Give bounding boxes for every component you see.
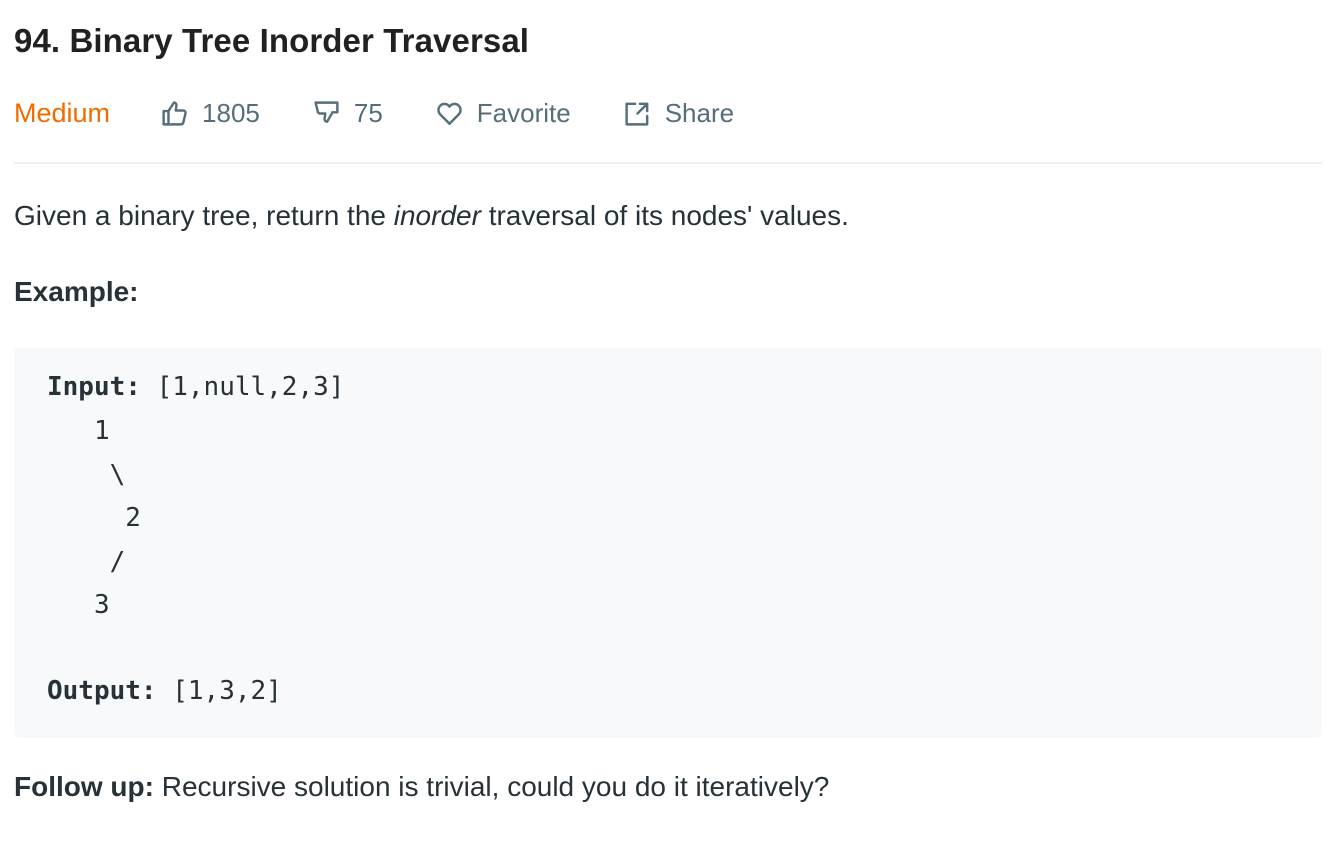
input-value: [1,null,2,3] xyxy=(140,372,345,402)
difficulty-label: Medium xyxy=(14,97,111,128)
description-text-start: Given a binary tree, return the xyxy=(14,200,394,231)
description-text-end: traversal of its nodes' values. xyxy=(480,200,849,231)
tree-line: \ xyxy=(47,460,126,490)
follow-up-text: Recursive solution is trivial, could you… xyxy=(153,771,830,802)
example-heading: Example: xyxy=(14,276,139,307)
example-input-line: Input: [1,null,2,3] xyxy=(47,372,344,402)
share-button[interactable]: Share xyxy=(623,98,734,129)
follow-up-label: Follow up: xyxy=(14,771,154,802)
example-output-line: Output: [1,3,2] xyxy=(47,676,282,706)
tree-line: / xyxy=(47,547,126,577)
share-label: Share xyxy=(664,97,735,128)
heart-icon xyxy=(437,102,462,125)
dislike-button[interactable]: 75 xyxy=(312,98,383,129)
input-label: Input: xyxy=(47,372,141,402)
header-divider xyxy=(14,162,1322,164)
favorite-label: Favorite xyxy=(476,97,571,128)
tree-line: 2 xyxy=(47,503,141,533)
output-label: Output: xyxy=(47,676,157,706)
dislike-count: 75 xyxy=(353,97,383,128)
problem-title: 94. Binary Tree Inorder Traversal xyxy=(14,22,530,59)
description-emphasis: inorder xyxy=(393,200,481,231)
follow-up-note: Follow up: Recursive solution is trivial… xyxy=(14,771,829,803)
example-code-block: Input: [1,null,2,3] 1 \ 2 / 3 Output: [1… xyxy=(14,348,1322,738)
output-value: [1,3,2] xyxy=(156,676,282,706)
thumbs-up-icon xyxy=(162,100,187,126)
problem-meta-row: Medium 1805 75 Favorite Share xyxy=(14,94,1322,132)
like-button[interactable]: 1805 xyxy=(160,98,260,129)
like-count: 1805 xyxy=(202,97,260,128)
share-icon xyxy=(625,102,649,126)
problem-description: Given a binary tree, return the inorder … xyxy=(14,200,849,232)
tree-line: 1 xyxy=(47,416,110,446)
tree-line: 3 xyxy=(47,590,110,620)
thumbs-down-icon xyxy=(314,100,339,123)
favorite-button[interactable]: Favorite xyxy=(435,98,571,129)
